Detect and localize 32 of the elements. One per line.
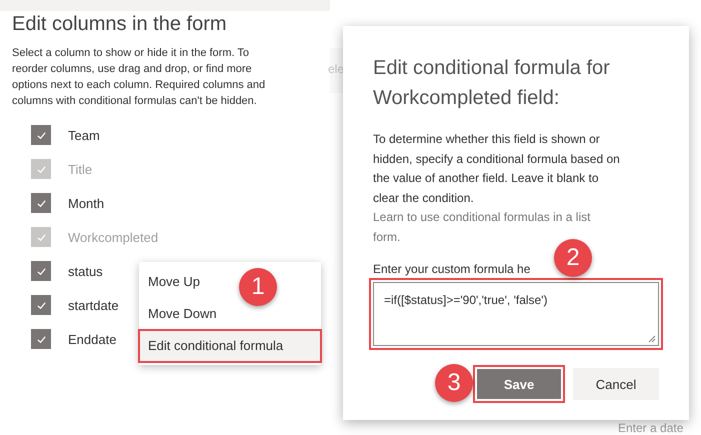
check-icon [36,164,46,174]
background-text: ele [328,62,344,76]
panel-title: Edit columns in the form [12,13,228,36]
column-name: startdate [68,298,119,312]
menu-item[interactable]: Move Up [139,266,210,298]
check-icon [36,198,46,208]
dialog-description: To determine whether this field is shown or hidden, specify a conditional formula based on the value of another field. Leave it blank to clear the condition. [373,131,621,206]
field-label: Enter your custom formula he [373,262,532,276]
check-icon [36,334,46,344]
cancel-button[interactable]: Cancel [573,368,659,400]
panel-description: Select a column to show or hide it in the form. To reorder columns, use drag and drop, or find more options next to each column. Required columns and columns with conditional formulas can't be hidden. [12,46,266,109]
checkbox[interactable] [31,193,51,213]
background-text: Enter a date [618,421,684,435]
check-icon [36,266,46,276]
resize-grip-icon[interactable] [648,335,656,343]
column-name: Workcompleted [68,230,158,244]
column-name: Title [68,162,92,176]
menu-item[interactable]: Move Down [139,298,226,330]
column-name: status [68,264,103,278]
column-name: Team [68,128,100,142]
dialog-title: Edit conditional formula for Workcompleted field: [373,56,611,111]
checkbox[interactable] [31,125,51,145]
checkbox[interactable] [31,295,51,315]
menu-item[interactable]: Edit conditional formula [139,330,321,362]
check-icon [36,130,46,140]
checkbox[interactable] [31,261,51,281]
column-name: Month [68,196,104,210]
check-icon [36,232,46,242]
check-icon [36,300,46,310]
column-name: Enddate [68,332,116,346]
checkbox[interactable] [31,329,51,349]
save-button[interactable]: Save [473,365,565,403]
